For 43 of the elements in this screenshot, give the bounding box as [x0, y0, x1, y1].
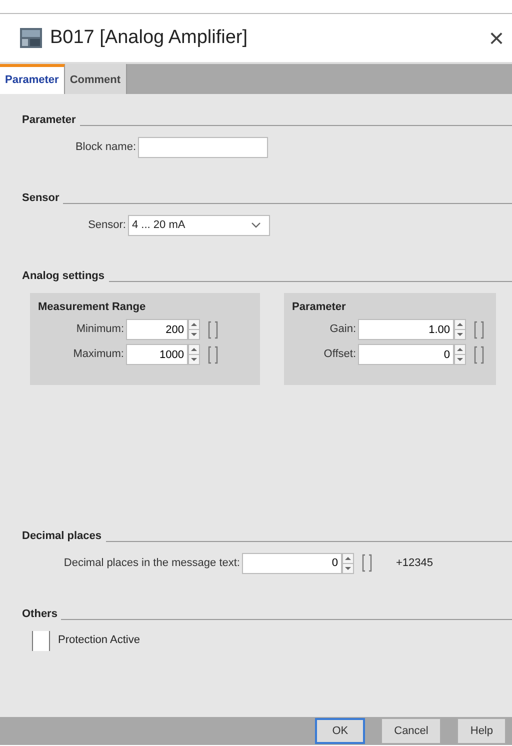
number-field[interactable]: 200 — [126, 319, 188, 340]
text-field[interactable] — [138, 136, 268, 158]
group-title: Measurement Range — [38, 300, 147, 314]
field-label: Offset: — [322, 347, 357, 362]
section-heading: Parameter — [22, 113, 76, 128]
chevron-down-icon — [251, 222, 261, 228]
bracket-icon[interactable] — [474, 320, 484, 338]
checkbox[interactable] — [32, 630, 50, 650]
section-heading: Others — [22, 607, 58, 622]
number-field[interactable]: 0 — [358, 344, 454, 365]
field-label: Maximum: — [72, 347, 125, 362]
bracket-icon[interactable] — [208, 346, 218, 364]
preview-text: +12345 — [396, 556, 434, 571]
field-label: Block name: — [74, 140, 137, 155]
field-label: Sensor: — [87, 218, 127, 233]
tab[interactable]: Parameter — [0, 64, 65, 94]
number-field[interactable]: 1.00 — [358, 319, 454, 340]
number-field[interactable]: 1000 — [126, 344, 188, 365]
close-button[interactable]: × — [488, 25, 504, 51]
dialog-button[interactable]: OK — [315, 718, 366, 744]
section-heading: Decimal places — [22, 529, 102, 544]
tab[interactable]: Comment — [64, 64, 127, 94]
window-title: B017 [Analog Amplifier] — [50, 26, 249, 50]
section-heading: Analog settings — [22, 269, 105, 284]
spin-buttons[interactable] — [188, 344, 200, 365]
number-field[interactable]: 0 — [242, 552, 342, 574]
app-logo-icon — [20, 28, 42, 48]
bracket-icon[interactable] — [474, 346, 484, 364]
field-label: Gain: — [328, 322, 357, 338]
spin-buttons[interactable] — [454, 344, 466, 365]
spin-buttons[interactable] — [454, 319, 466, 340]
field-label: Minimum: — [75, 322, 125, 338]
spin-buttons[interactable] — [342, 552, 354, 574]
group-title: Parameter — [292, 300, 347, 314]
bracket-icon[interactable] — [208, 320, 218, 338]
checkbox-label: Protection Active — [58, 633, 140, 648]
section-heading: Sensor — [22, 191, 60, 206]
field-label: Decimal places in the message text: — [62, 556, 241, 571]
dialog-button[interactable]: Help — [457, 718, 506, 744]
spin-buttons[interactable] — [188, 319, 200, 340]
dialog-button[interactable]: Cancel — [381, 718, 442, 744]
bracket-icon[interactable] — [362, 554, 372, 572]
sensor-dropdown[interactable]: 4 ... 20 mA — [128, 214, 270, 236]
